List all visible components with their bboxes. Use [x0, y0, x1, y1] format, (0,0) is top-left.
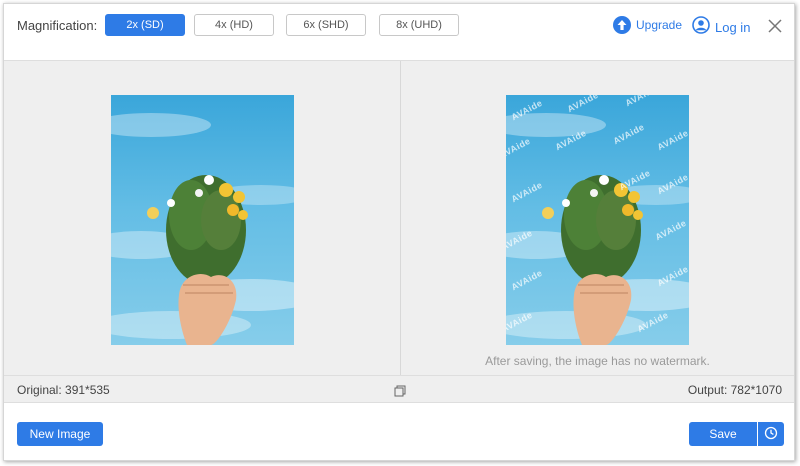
magnify-6x-button[interactable]: 6x (SHD)	[286, 14, 366, 36]
top-bar: Magnification: 2x (SD) 4x (HD) 6x (SHD) …	[4, 4, 794, 60]
enhancer-window: Magnification: 2x (SD) 4x (HD) 6x (SHD) …	[3, 3, 795, 461]
history-button[interactable]	[758, 422, 784, 446]
upgrade-link[interactable]: Upgrade	[613, 16, 682, 34]
magnify-4x-button[interactable]: 4x (HD)	[194, 14, 274, 36]
login-link[interactable]: Log in	[692, 16, 750, 39]
compare-icon[interactable]	[394, 384, 406, 397]
clock-icon	[764, 426, 778, 443]
preview-divider	[400, 61, 401, 375]
user-icon	[692, 16, 710, 39]
magnify-8x-button[interactable]: 8x (UHD)	[379, 14, 459, 36]
original-size: Original: 391*535	[17, 383, 110, 397]
magnification-label: Magnification:	[17, 18, 98, 33]
output-size: Output: 782*1070	[687, 383, 782, 397]
magnify-2x-button[interactable]: 2x (SD)	[105, 14, 185, 36]
info-bar: Original: 391*535 Output: 782*1070	[4, 376, 794, 403]
original-image	[111, 95, 294, 345]
enhanced-image: AVAide AVAide AVAide AVAide AVAide AVAid…	[506, 95, 689, 345]
upgrade-arrow-icon	[613, 16, 631, 34]
upgrade-label: Upgrade	[636, 18, 683, 32]
preview-area: AVAide AVAide AVAide AVAide AVAide AVAid…	[4, 60, 794, 376]
save-button[interactable]: Save	[689, 422, 757, 446]
watermark-notice: After saving, the image has no watermark…	[485, 354, 710, 368]
close-icon[interactable]	[767, 18, 783, 34]
new-image-button[interactable]: New Image	[17, 422, 103, 446]
login-label: Log in	[715, 20, 751, 35]
